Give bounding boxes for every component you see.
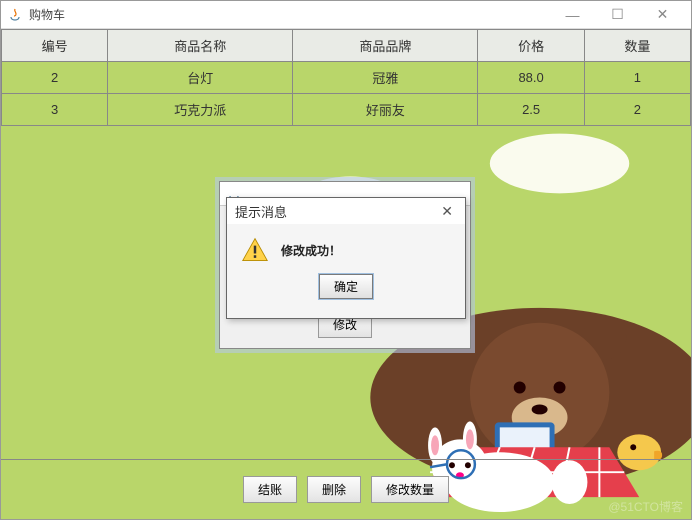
content-area: 编号 商品名称 商品品牌 价格 数量 2 台灯 冠雅 88.0 1: [1, 29, 691, 519]
main-window: 购物车 — ☐ ✕: [0, 0, 692, 520]
cell-price: 88.0: [478, 62, 584, 94]
titlebar: 购物车 — ☐ ✕: [1, 1, 691, 29]
col-id[interactable]: 编号: [2, 30, 108, 62]
col-price[interactable]: 价格: [478, 30, 584, 62]
window-title: 购物车: [29, 6, 550, 23]
cell-qty: 2: [584, 94, 690, 126]
alert-titlebar: 提示消息 ✕: [227, 198, 465, 224]
delete-button[interactable]: 删除: [307, 476, 361, 503]
table-header-row: 编号 商品名称 商品品牌 价格 数量: [2, 30, 691, 62]
table-row[interactable]: 2 台灯 冠雅 88.0 1: [2, 62, 691, 94]
warning-icon: [241, 236, 269, 264]
maximize-button[interactable]: ☐: [595, 1, 640, 29]
cell-brand: 冠雅: [293, 62, 478, 94]
cell-qty: 1: [584, 62, 690, 94]
alert-close-button[interactable]: ✕: [437, 203, 457, 220]
alert-body: 修改成功！: [227, 224, 465, 270]
col-qty[interactable]: 数量: [584, 30, 690, 62]
cell-name: 台灯: [108, 62, 293, 94]
alert-ok-button[interactable]: 确定: [319, 274, 373, 299]
alert-footer: 确定: [227, 270, 465, 307]
cell-name: 巧克力派: [108, 94, 293, 126]
cart-table: 编号 商品名称 商品品牌 价格 数量 2 台灯 冠雅 88.0 1: [1, 29, 691, 126]
cart-table-wrap: 编号 商品名称 商品品牌 价格 数量 2 台灯 冠雅 88.0 1: [1, 29, 691, 126]
cell-price: 2.5: [478, 94, 584, 126]
java-icon: [7, 7, 23, 23]
alert-dialog: 提示消息 ✕ 修改成功！ 确定: [226, 197, 466, 319]
window-controls: — ☐ ✕: [550, 1, 685, 29]
minimize-button[interactable]: —: [550, 1, 595, 29]
cell-brand: 好丽友: [293, 94, 478, 126]
cell-id: 2: [2, 62, 108, 94]
cell-id: 3: [2, 94, 108, 126]
table-row[interactable]: 3 巧克力派 好丽友 2.5 2: [2, 94, 691, 126]
modify-qty-button[interactable]: 修改数量: [371, 476, 449, 503]
bottom-toolbar: 结账 删除 修改数量: [1, 459, 691, 519]
watermark: @51CTO博客: [608, 498, 683, 515]
checkout-button[interactable]: 结账: [243, 476, 297, 503]
col-brand[interactable]: 商品品牌: [293, 30, 478, 62]
alert-message: 修改成功！: [281, 242, 341, 259]
close-button[interactable]: ✕: [640, 1, 685, 29]
col-name[interactable]: 商品名称: [108, 30, 293, 62]
alert-title-text: 提示消息: [235, 202, 287, 221]
